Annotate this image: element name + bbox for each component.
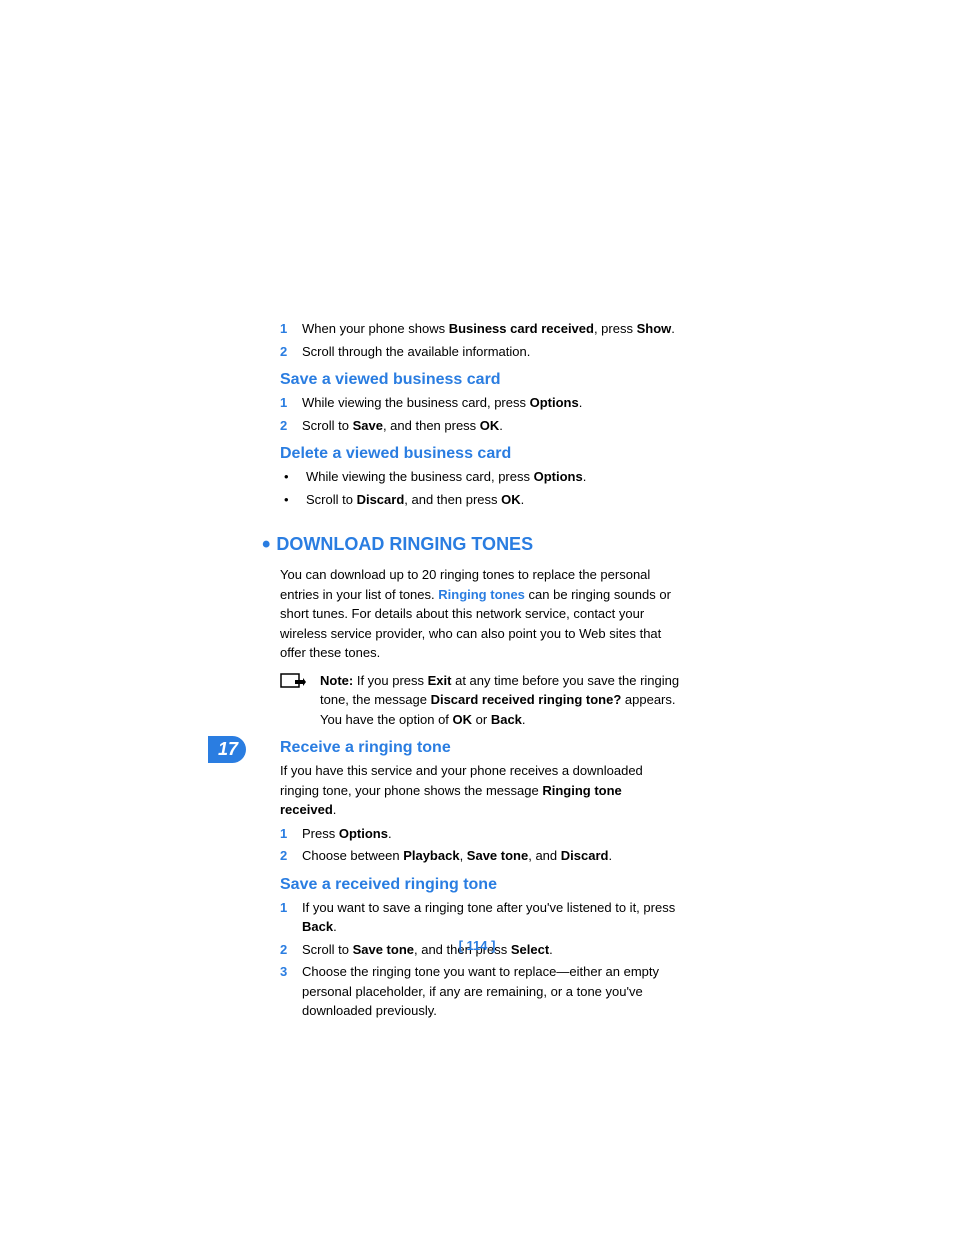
step-text: When your phone shows Business card rece… [302, 319, 680, 339]
heading-receive: Receive a ringing tone [280, 739, 680, 757]
receive-step-1: 1 Press Options. [280, 824, 680, 844]
heading-delete-card: Delete a viewed business card [280, 445, 680, 463]
delete-card-bullet-1: • While viewing the business card, press… [280, 467, 680, 487]
receive-step-2: 2 Choose between Playback, Save tone, an… [280, 846, 680, 866]
note-block: Note: If you press Exit at any time befo… [280, 671, 680, 730]
page-number: [ 114 ] [0, 938, 954, 953]
step-text: Scroll through the available information… [302, 342, 680, 362]
note-text: Note: If you press Exit at any time befo… [320, 671, 680, 730]
download-paragraph: You can download up to 20 ringing tones … [280, 565, 680, 663]
save-tone-step-3: 3 Choose the ringing tone you want to re… [280, 962, 680, 1021]
bullet-text: While viewing the business card, press O… [306, 467, 680, 487]
note-icon [280, 671, 320, 730]
save-tone-step-1: 1 If you want to save a ringing tone aft… [280, 898, 680, 937]
step-text: Press Options. [302, 824, 680, 844]
delete-card-bullet-2: • Scroll to Discard, and then press OK. [280, 490, 680, 510]
receive-paragraph: If you have this service and your phone … [280, 761, 680, 820]
save-card-step-2: 2 Scroll to Save, and then press OK. [280, 416, 680, 436]
heading-save-card: Save a viewed business card [280, 371, 680, 389]
save-card-step-1: 1 While viewing the business card, press… [280, 393, 680, 413]
page-content: 1 When your phone shows Business card re… [280, 316, 680, 1024]
heading-save-tone: Save a received ringing tone [280, 876, 680, 894]
chapter-tab: 17 [208, 736, 246, 763]
intro-step-1: 1 When your phone shows Business card re… [280, 319, 680, 339]
step-number: 1 [280, 393, 302, 413]
step-text: Choose between Playback, Save tone, and … [302, 846, 680, 866]
step-text: Scroll to Save, and then press OK. [302, 416, 680, 436]
step-number: 2 [280, 342, 302, 362]
step-number: 3 [280, 962, 302, 1021]
step-number: 2 [280, 846, 302, 866]
intro-step-2: 2 Scroll through the available informati… [280, 342, 680, 362]
step-number: 1 [280, 898, 302, 937]
ringing-tones-link[interactable]: Ringing tones [438, 587, 525, 602]
step-number: 2 [280, 416, 302, 436]
step-text: While viewing the business card, press O… [302, 393, 680, 413]
heading-download: •DOWNLOAD RINGING TONES [262, 531, 680, 559]
bullet-text: Scroll to Discard, and then press OK. [306, 490, 680, 510]
step-text: Choose the ringing tone you want to repl… [302, 962, 680, 1021]
section-bullet-icon: • [262, 531, 270, 558]
step-number: 1 [280, 319, 302, 339]
bullet-icon: • [280, 467, 306, 487]
bullet-icon: • [280, 490, 306, 510]
step-text: If you want to save a ringing tone after… [302, 898, 680, 937]
step-number: 1 [280, 824, 302, 844]
